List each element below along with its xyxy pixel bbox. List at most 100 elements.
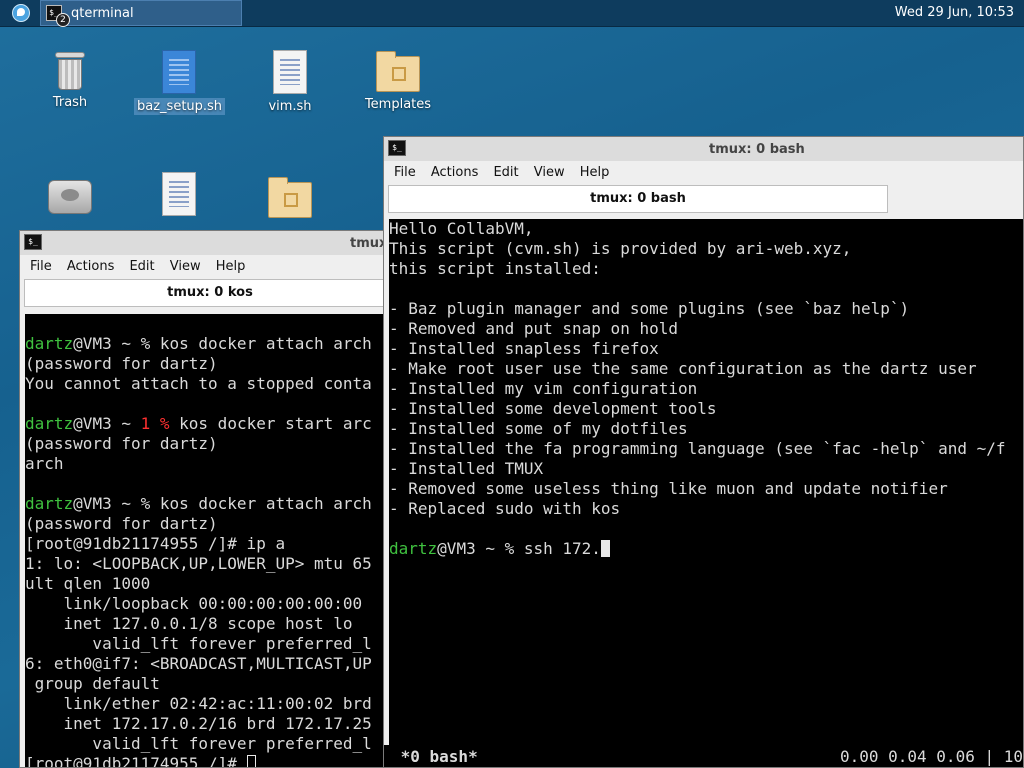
terminal-line: link/loopback 00:00:00:00:00:00: [25, 594, 393, 614]
terminal-line: - Installed some development tools: [389, 399, 1023, 419]
desktop-icon-label: vim.sh: [268, 99, 312, 114]
terminal-text: (password for dartz): [25, 354, 218, 373]
application-menu-icon[interactable]: [12, 4, 30, 22]
desktop-icon-label: baz_setup.sh: [134, 98, 226, 115]
terminal-line: - Removed some useless thing like muon a…: [389, 479, 1023, 499]
terminal-line: valid_lft forever preferred_l: [25, 634, 393, 654]
terminal-line: [root@91db21174955 /]#: [25, 754, 393, 768]
terminal-text: 1 %: [140, 414, 170, 433]
terminal-text: [root@91db21174955 /]# ip a: [25, 534, 286, 553]
terminal-line: (password for dartz): [25, 514, 393, 534]
terminal-icon: $_: [24, 234, 42, 250]
terminal-text: dartz: [25, 414, 74, 433]
desktop-icon-trash[interactable]: Trash: [25, 50, 115, 111]
menu-help[interactable]: Help: [206, 256, 246, 274]
terminal-line: group default: [25, 674, 393, 694]
terminal-text: inet 172.17.0.2/16 brd 172.17.25: [25, 714, 372, 733]
terminal-text: - Removed and put snap on hold: [389, 319, 678, 338]
terminal-line: - Installed TMUX: [389, 459, 1023, 479]
terminal-text: You cannot attach to a stopped conta: [25, 374, 372, 393]
terminal-line: This script (cvm.sh) is provided by ari-…: [389, 239, 1023, 259]
terminal-line: 6: eth0@if7: <BROADCAST,MULTICAST,UP: [25, 654, 393, 674]
terminal-text: valid_lft forever preferred_l: [25, 734, 372, 753]
desktop-icon-label: Templates: [364, 97, 432, 112]
script-file-icon: [273, 50, 307, 94]
menu-actions[interactable]: Actions: [57, 256, 115, 274]
trash-icon: [55, 50, 85, 90]
desktop-icon-document[interactable]: [134, 172, 224, 216]
menu-view[interactable]: View: [160, 256, 201, 274]
terminal-text: arch: [25, 454, 64, 473]
terminal-line: You cannot attach to a stopped conta: [25, 374, 393, 394]
menu-file[interactable]: File: [384, 162, 416, 180]
window-titlebar[interactable]: $_ tmux: [20, 231, 393, 256]
terminal-line: - Replaced sudo with kos: [389, 499, 1023, 519]
terminal-text: link/ether 02:42:ac:11:00:02 brd: [25, 694, 372, 713]
terminal-line: inet 127.0.0.1/8 scope host lo: [25, 614, 393, 634]
window-title: tmux: 0 bash: [709, 142, 805, 157]
terminal-text: @VM3 ~ % ssh 172.: [437, 539, 601, 558]
terminal-output[interactable]: dartz@VM3 ~ % kos docker attach arch (pas…: [25, 314, 393, 768]
menu-view[interactable]: View: [524, 162, 565, 180]
terminal-text: 1: lo: <LOOPBACK,UP,LOWER_UP> mtu 65: [25, 554, 372, 573]
terminal-line: - Removed and put snap on hold: [389, 319, 1023, 339]
terminal-line: arch: [25, 454, 393, 474]
terminal-text: This script (cvm.sh) is provided by ari-…: [389, 239, 852, 258]
window-titlebar[interactable]: $_ tmux: 0 bash: [384, 137, 1023, 162]
terminal-text: dartz: [25, 494, 74, 513]
terminal-text: 6: eth0@if7: <BROADCAST,MULTICAST,UP: [25, 654, 372, 673]
terminal-text: Hello CollabVM,: [389, 219, 534, 238]
taskbar-item-qterminal[interactable]: $_ 2 qterminal: [40, 0, 242, 27]
terminal-text: group default: [25, 674, 160, 693]
clock[interactable]: Wed 29 Jun, 10:53: [895, 5, 1014, 20]
terminal-window-left[interactable]: $_ tmux File Actions Edit View Help tmux…: [19, 230, 394, 768]
terminal-text: [root@91db21174955 /]#: [25, 754, 247, 768]
terminal-text: link/loopback 00:00:00:00:00:00: [25, 594, 363, 613]
hard-drive-icon: [48, 180, 92, 214]
terminal-text: (password for dartz): [25, 434, 218, 453]
tab-tmux-bash[interactable]: tmux: 0 bash: [388, 185, 888, 213]
terminal-icon: $_: [388, 140, 406, 156]
terminal-text: kos docker start arc: [169, 414, 372, 433]
terminal-text: - Baz plugin manager and some plugins (s…: [389, 299, 910, 318]
desktop-icon-templates[interactable]: Templates: [353, 50, 443, 113]
menu-help[interactable]: Help: [570, 162, 610, 180]
menu-file[interactable]: File: [20, 256, 52, 274]
menu-edit[interactable]: Edit: [119, 256, 154, 274]
terminal-line: 1: lo: <LOOPBACK,UP,LOWER_UP> mtu 65: [25, 554, 393, 574]
desktop-icon-videos[interactable]: [245, 176, 335, 218]
menu-bar: File Actions Edit View Help: [384, 161, 1023, 183]
terminal-line: dartz@VM3 ~ % kos docker attach arch: [25, 494, 393, 514]
terminal-text: this script installed:: [389, 259, 601, 278]
taskbar-item-label: qterminal: [71, 6, 134, 21]
tab-tmux-kos[interactable]: tmux: 0 kos: [24, 279, 393, 307]
terminal-text: @VM3 ~ % kos docker attach arch: [73, 334, 372, 353]
window-title: tmux: [350, 236, 388, 251]
terminal-text: - Installed some of my dotfiles: [389, 419, 688, 438]
desktop-icon-baz-setup[interactable]: baz_setup.sh: [134, 50, 226, 115]
tmux-status-bar: *0 bash* 0.00 0.04 0.06 | 10: [384, 745, 1023, 767]
terminal-line: - Installed snapless firefox: [389, 339, 1023, 359]
terminal-line: inet 172.17.0.2/16 brd 172.17.25: [25, 714, 393, 734]
menu-actions[interactable]: Actions: [421, 162, 479, 180]
tmux-load-average: 0.00 0.04 0.06 | 10: [839, 747, 1023, 766]
templates-folder-icon: [376, 51, 420, 92]
text-cursor: [246, 755, 256, 767]
terminal-text: @VM3 ~: [73, 414, 141, 433]
terminal-window-right[interactable]: $_ tmux: 0 bash File Actions Edit View H…: [383, 136, 1024, 768]
terminal-text: dartz: [25, 334, 74, 353]
videos-folder-icon: [268, 177, 312, 218]
desktop-icon-drive[interactable]: [25, 174, 115, 214]
terminal-output[interactable]: Hello CollabVM, This script (cvm.sh) is p…: [389, 219, 1023, 767]
menu-bar: File Actions Edit View Help: [20, 255, 393, 277]
desktop-icon-vim-sh[interactable]: vim.sh: [245, 50, 335, 115]
terminal-line: Hello CollabVM,: [389, 219, 1023, 239]
tmux-window-indicator: *0 bash*: [391, 747, 478, 766]
terminal-line: - Make root user use the same configurat…: [389, 359, 1023, 379]
terminal-line: dartz@VM3 ~ % kos docker attach arch: [25, 334, 393, 354]
menu-edit[interactable]: Edit: [483, 162, 518, 180]
terminal-text: - Installed some development tools: [389, 399, 717, 418]
terminal-text: valid_lft forever preferred_l: [25, 634, 372, 653]
terminal-line: dartz@VM3 ~ % ssh 172.: [389, 539, 1023, 559]
